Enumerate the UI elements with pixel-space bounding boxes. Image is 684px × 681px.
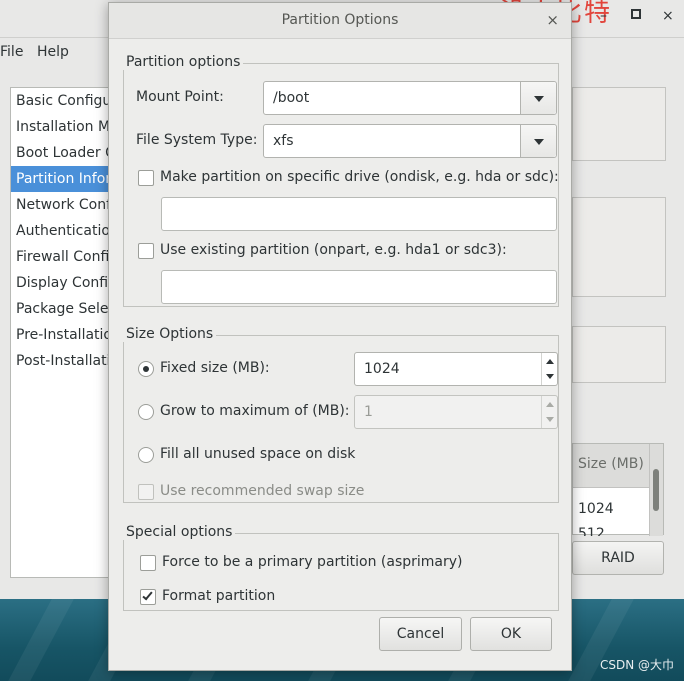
grow-max-radio[interactable] bbox=[138, 404, 154, 420]
table-cell[interactable]: 1024 bbox=[578, 501, 614, 517]
fill-disk-radio[interactable] bbox=[138, 447, 154, 463]
spin-up-icon bbox=[546, 402, 554, 407]
asprimary-checkbox[interactable] bbox=[140, 555, 156, 571]
partition-options-dialog: Partition Options × Partition options Mo… bbox=[108, 2, 572, 671]
asprimary-label: Force to be a primary partition (asprima… bbox=[162, 554, 463, 570]
table-scrollbar[interactable] bbox=[649, 444, 663, 536]
ondisk-input[interactable] bbox=[161, 197, 557, 231]
format-partition-checkbox[interactable] bbox=[140, 589, 156, 605]
mount-point-combo[interactable]: /boot bbox=[263, 81, 557, 115]
sidebar-item[interactable]: Display Configuration bbox=[11, 270, 119, 296]
section-title-special-options: Special options bbox=[123, 524, 236, 540]
table-cell[interactable]: 512 bbox=[578, 527, 605, 536]
sidebar-section-list: Basic Configuration Installation Method … bbox=[10, 87, 120, 578]
mount-point-value[interactable]: /boot bbox=[273, 90, 309, 106]
raid-button[interactable]: RAID bbox=[572, 541, 664, 575]
section-title-size-options: Size Options bbox=[123, 326, 217, 342]
background-panel bbox=[572, 197, 666, 297]
fixed-size-value[interactable]: 1024 bbox=[364, 361, 400, 377]
fs-type-value[interactable]: xfs bbox=[273, 133, 294, 149]
radio-selected-dot bbox=[143, 366, 149, 372]
onpart-checkbox[interactable] bbox=[138, 243, 154, 259]
sidebar-item-selected[interactable]: Partition Information bbox=[11, 166, 119, 192]
sidebar-item[interactable]: Firewall Configuration bbox=[11, 244, 119, 270]
checkmark-icon bbox=[142, 589, 153, 601]
format-partition-label: Format partition bbox=[162, 588, 276, 604]
cancel-button[interactable]: Cancel bbox=[379, 617, 462, 651]
mount-point-label: Mount Point: bbox=[136, 89, 224, 105]
chevron-down-icon[interactable] bbox=[520, 82, 556, 114]
table-header-size[interactable]: Size (MB) bbox=[573, 444, 651, 488]
ok-button[interactable]: OK bbox=[470, 617, 552, 651]
fixed-size-radio[interactable] bbox=[138, 361, 154, 377]
sidebar-item[interactable]: Authentication bbox=[11, 218, 119, 244]
spin-down-icon[interactable] bbox=[546, 374, 554, 379]
onpart-input[interactable] bbox=[161, 270, 557, 304]
maximize-icon[interactable] bbox=[631, 9, 641, 19]
spinner-buttons[interactable] bbox=[541, 353, 557, 385]
spinner-buttons bbox=[541, 396, 557, 428]
partition-table: Size (MB) 1024 512 bbox=[572, 443, 664, 536]
fixed-size-label: Fixed size (MB): bbox=[160, 360, 270, 376]
sidebar-item[interactable]: Boot Loader Options bbox=[11, 140, 119, 166]
close-icon[interactable]: × bbox=[546, 3, 559, 37]
sidebar-item[interactable]: Basic Configuration bbox=[11, 88, 119, 114]
onpart-label: Use existing partition (onpart, e.g. hda… bbox=[160, 242, 507, 258]
fill-disk-label: Fill all unused space on disk bbox=[160, 446, 356, 462]
grow-max-label: Grow to maximum of (MB): bbox=[160, 403, 350, 419]
menu-help[interactable]: Help bbox=[37, 44, 69, 60]
ondisk-label: Make partition on specific drive (ondisk… bbox=[160, 169, 559, 185]
spin-up-icon[interactable] bbox=[546, 359, 554, 364]
dialog-title: Partition Options bbox=[281, 12, 399, 28]
sidebar-item[interactable]: Installation Method bbox=[11, 114, 119, 140]
scrollbar-thumb[interactable] bbox=[653, 469, 659, 511]
swap-label: Use recommended swap size bbox=[160, 483, 365, 499]
sidebar-item[interactable]: Package Selection bbox=[11, 296, 119, 322]
spin-down-icon bbox=[546, 417, 554, 422]
menu-file[interactable]: File bbox=[0, 44, 23, 60]
section-title-partition-options: Partition options bbox=[123, 54, 244, 70]
fixed-size-spinner[interactable]: 1024 bbox=[354, 352, 558, 386]
swap-checkbox bbox=[138, 484, 154, 500]
grow-max-spinner: 1 bbox=[354, 395, 558, 429]
sidebar-item[interactable]: Network Configuration bbox=[11, 192, 119, 218]
minimize-icon[interactable]: – bbox=[600, 8, 607, 24]
background-panel bbox=[572, 326, 666, 383]
background-panel bbox=[572, 87, 666, 161]
sidebar-item[interactable]: Pre-Installation Script bbox=[11, 322, 119, 348]
chevron-down-icon[interactable] bbox=[520, 125, 556, 157]
app-close-icon[interactable]: × bbox=[662, 8, 674, 24]
dialog-titlebar: Partition Options × bbox=[109, 3, 571, 39]
fs-type-label: File System Type: bbox=[136, 132, 258, 148]
watermark-text: CSDN @大巾 bbox=[599, 658, 674, 672]
ondisk-checkbox[interactable] bbox=[138, 170, 154, 186]
desktop-stripe bbox=[8, 599, 74, 681]
sidebar-item[interactable]: Post-Installation Script bbox=[11, 348, 119, 374]
grow-max-value: 1 bbox=[364, 404, 373, 420]
fs-type-combo[interactable]: xfs bbox=[263, 124, 557, 158]
